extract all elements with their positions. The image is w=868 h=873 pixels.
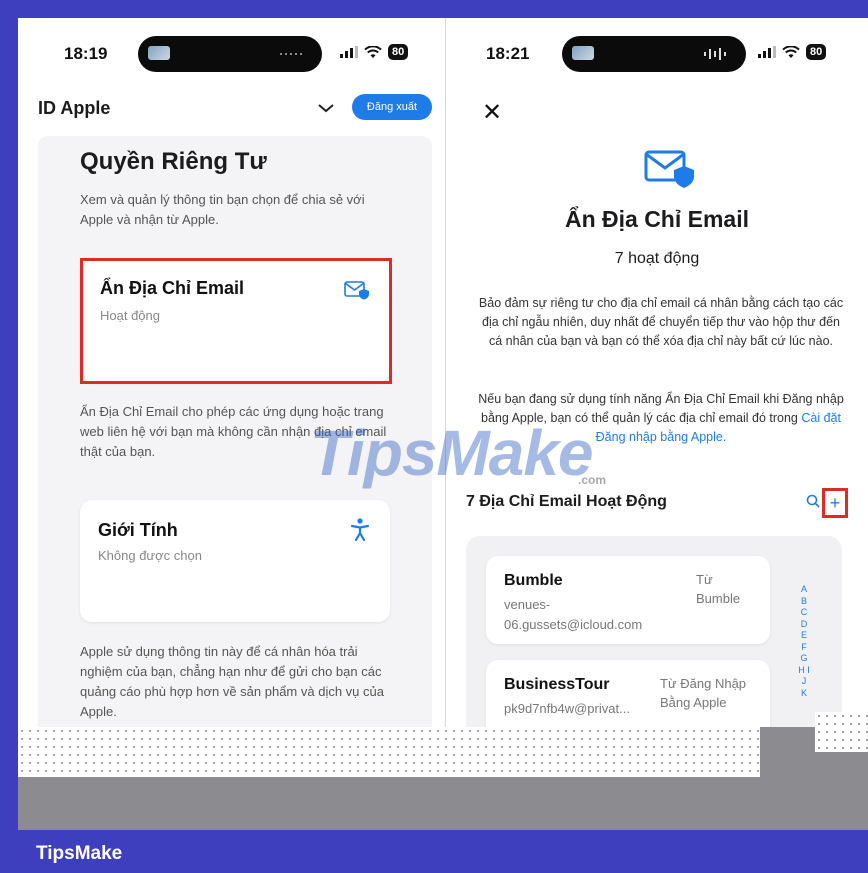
screenshot-frame: 18:19 80 ID Apple Đăng xuất Quyền Riêng … — [18, 18, 868, 830]
hide-email-highlight — [80, 258, 392, 384]
apple-id-title[interactable]: ID Apple — [38, 98, 110, 119]
gender-card[interactable]: Giới Tính Không được chọn — [80, 500, 390, 622]
status-time: 18:21 — [486, 44, 530, 63]
close-icon[interactable]: ✕ — [482, 98, 502, 127]
accessibility-icon — [350, 518, 370, 542]
email-source-line1: Từ Đăng Nhập — [660, 676, 747, 691]
email-source-line1: Từ — [696, 572, 713, 587]
signal-icon — [758, 46, 776, 58]
media-thumbnail-icon — [572, 46, 594, 60]
email-address-line1: pk9d7nfb4w@privat... — [504, 701, 630, 716]
watermark-logo: TipsMake — [310, 417, 593, 489]
wifi-icon — [364, 45, 382, 58]
dot-pattern — [18, 727, 760, 777]
hide-email-explanation: Bảo đảm sự riêng tư cho địa chỉ email cá… — [478, 296, 844, 348]
dot-pattern-corner — [815, 712, 868, 752]
battery-level: 80 — [806, 44, 827, 60]
email-source-line2: Bumble — [696, 591, 741, 606]
audio-wave-icon — [704, 48, 726, 60]
logout-button[interactable]: Đăng xuất — [352, 94, 432, 120]
status-bar: 18:21 80 — [446, 36, 868, 72]
hide-email-title: Ẩn Địa Chỉ Email — [564, 206, 750, 232]
page-title: Quyền Riêng Tư — [80, 148, 267, 175]
alphabet-index[interactable]: A B C D E F G H I J K — [798, 584, 810, 699]
email-address-line2: 06.gussets@icloud.com — [504, 617, 643, 632]
email-address-line1: venues- — [504, 597, 551, 612]
system-icons: 80 — [340, 44, 409, 60]
battery-level: 80 — [388, 44, 409, 60]
audio-wave-icon — [280, 53, 302, 55]
search-icon[interactable] — [806, 494, 820, 508]
brand-label: TipsMake — [36, 843, 123, 864]
dynamic-island — [138, 36, 322, 72]
gender-title: Giới Tính — [98, 520, 178, 540]
active-count: 7 hoạt động — [614, 250, 700, 267]
add-email-button[interactable]: + — [822, 488, 848, 518]
envelope-shield-icon — [644, 150, 694, 188]
email-app-name: BusinessTour — [504, 676, 610, 693]
personalization-description: Apple sử dụng thông tin này để cá nhân h… — [80, 644, 384, 719]
status-time: 18:19 — [64, 44, 108, 63]
status-bar: 18:19 80 — [18, 36, 445, 72]
privacy-intro: Xem và quản lý thông tin bạn chọn để chi… — [80, 192, 365, 227]
signal-icon — [340, 46, 358, 58]
chevron-down-icon[interactable] — [317, 102, 335, 114]
wifi-icon — [782, 45, 800, 58]
media-thumbnail-icon — [148, 46, 170, 60]
active-emails-heading: 7 Địa Chỉ Email Hoạt Động — [466, 493, 667, 510]
gender-value: Không được chọn — [98, 548, 202, 563]
system-icons: 80 — [758, 44, 827, 60]
email-source-line2: Bằng Apple — [660, 695, 727, 710]
watermark-suffix: .com — [578, 473, 607, 487]
dynamic-island — [562, 36, 746, 72]
email-item[interactable]: Bumble venues- 06.gussets@icloud.com Từ … — [486, 556, 770, 644]
email-app-name: Bumble — [504, 572, 563, 589]
